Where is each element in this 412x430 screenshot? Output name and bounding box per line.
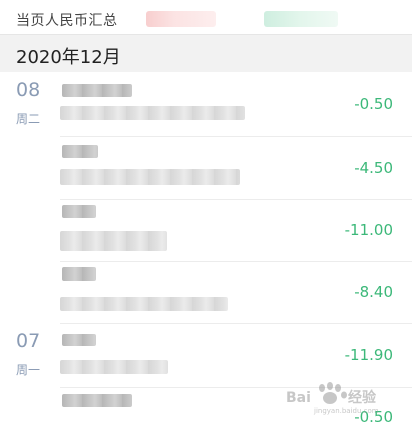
transaction-row[interactable]: -4.50 xyxy=(60,137,412,200)
svg-text:jingyan.baidu.com: jingyan.baidu.com xyxy=(313,407,379,415)
transaction-title-blurred xyxy=(62,394,132,407)
transaction-amount: -11.00 xyxy=(344,221,393,239)
transaction-title-blurred xyxy=(62,267,96,281)
transaction-detail-blurred xyxy=(60,360,168,374)
baidu-jingyan-watermark: Bai 经验 jingyan.baidu.com xyxy=(286,382,404,416)
transaction-detail-blurred xyxy=(60,106,245,120)
transaction-amount: -11.90 xyxy=(344,346,393,364)
expense-total-blurred xyxy=(264,11,338,27)
svg-text:Bai: Bai xyxy=(286,390,311,406)
transaction-row[interactable]: -11.90 xyxy=(60,324,412,388)
transaction-detail-blurred xyxy=(60,169,240,185)
day-date: 07 xyxy=(16,330,41,352)
transaction-row[interactable]: -8.40 xyxy=(60,262,412,324)
transaction-title-blurred xyxy=(62,205,96,218)
transaction-amount: -4.50 xyxy=(354,159,393,177)
day-date: 08 xyxy=(16,79,41,101)
svg-text:经验: 经验 xyxy=(348,389,377,406)
month-title: 2020年12月 xyxy=(16,47,121,68)
summary-label: 当页人民币汇总 xyxy=(16,13,118,29)
transaction-amount: -8.40 xyxy=(354,283,393,301)
transaction-title-blurred xyxy=(62,334,96,346)
income-total-blurred xyxy=(146,11,216,27)
transaction-detail-blurred xyxy=(60,297,228,311)
month-header: 2020年12月 xyxy=(0,34,412,72)
transaction-title-blurred xyxy=(62,84,132,97)
watermark-logo-icon: Bai 经验 jingyan.baidu.com xyxy=(286,382,379,415)
transaction-detail-blurred xyxy=(60,231,167,251)
transaction-row[interactable]: -11.00 xyxy=(60,200,412,262)
transaction-row[interactable]: -0.50 xyxy=(60,72,412,137)
transaction-title-blurred xyxy=(62,145,98,158)
transaction-amount: -0.50 xyxy=(354,95,393,113)
day-weekday: 周一 xyxy=(16,363,41,377)
day-weekday: 周二 xyxy=(16,112,41,126)
summary-bar: 当页人民币汇总 xyxy=(0,0,412,34)
